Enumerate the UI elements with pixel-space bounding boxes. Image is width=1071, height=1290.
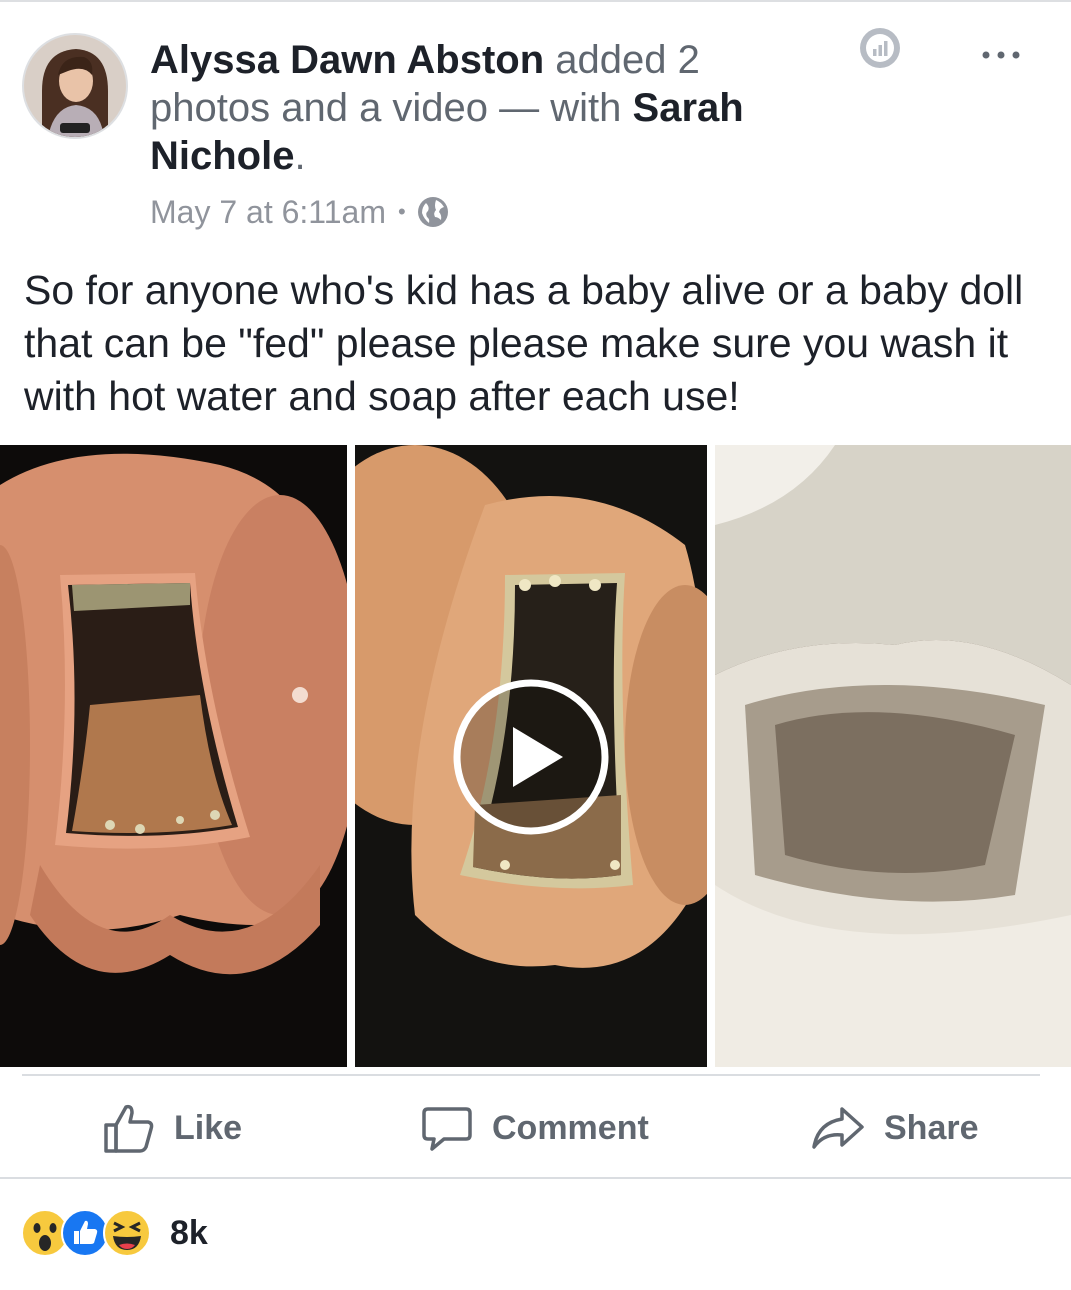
insights-icon[interactable]	[858, 26, 902, 70]
post-timestamp-link[interactable]: May 7 at 6:11am	[150, 192, 386, 232]
post-photo-1[interactable]	[0, 445, 347, 1067]
post-photo-2[interactable]	[715, 445, 1071, 1067]
like-label: Like	[174, 1108, 243, 1147]
header-period: .	[294, 134, 306, 178]
haha-emoji-icon	[103, 1209, 151, 1257]
comment-label: Comment	[492, 1108, 649, 1147]
post-action-bar: Like Comment Share	[0, 1090, 1071, 1166]
share-arrow-icon	[812, 1107, 864, 1149]
like-button[interactable]: Like	[102, 1090, 242, 1166]
comment-bubble-icon	[422, 1107, 472, 1151]
post-header: Alyssa Dawn Abston added 2 photos and a …	[150, 36, 790, 180]
reaction-icons	[20, 1208, 152, 1258]
post-video-thumbnail[interactable]	[355, 445, 707, 1067]
reaction-count: 8k	[170, 1213, 208, 1252]
play-icon[interactable]	[451, 677, 611, 837]
globe-icon[interactable]	[416, 195, 450, 229]
author-avatar[interactable]	[22, 33, 128, 139]
actions-bottom-divider	[0, 1177, 1071, 1179]
meta-separator: •	[397, 199, 406, 224]
more-options-icon[interactable]	[978, 40, 1024, 70]
thumbs-up-icon	[104, 1104, 154, 1153]
share-button[interactable]: Share	[810, 1090, 979, 1166]
author-name-link[interactable]: Alyssa Dawn Abston	[150, 38, 544, 82]
share-label: Share	[884, 1108, 979, 1147]
post-body-text: So for anyone who's kid has a baby alive…	[24, 267, 1024, 419]
post-meta: May 7 at 6:11am •	[150, 192, 450, 232]
actions-top-divider	[22, 1074, 1040, 1076]
top-divider	[0, 0, 1071, 2]
reactions-summary[interactable]: 8k	[20, 1208, 208, 1258]
comment-button[interactable]: Comment	[420, 1090, 649, 1166]
